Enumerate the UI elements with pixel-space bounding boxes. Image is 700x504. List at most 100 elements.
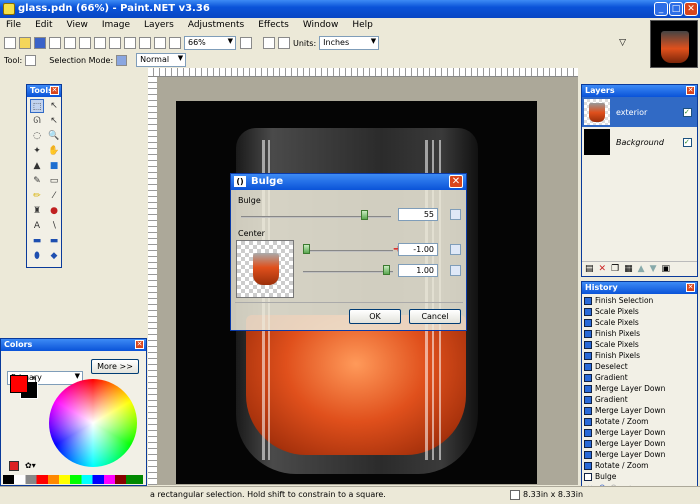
center-y-input[interactable]: 1.00 (398, 264, 438, 277)
center-x-slider-handle[interactable] (303, 244, 310, 254)
print-icon[interactable] (49, 37, 61, 49)
cancel-button[interactable]: Cancel (409, 309, 461, 324)
eraser-icon[interactable]: ▭ (47, 174, 61, 188)
history-item[interactable]: Rotate / Zoom (584, 416, 695, 427)
bulge-reset-button[interactable] (450, 209, 461, 220)
ok-button[interactable]: OK (349, 309, 401, 324)
color-picker-icon[interactable]: ⁄ (47, 189, 61, 203)
dialog-close-button[interactable]: ✕ (449, 175, 463, 188)
zoom-icon[interactable]: 🔍 (47, 129, 61, 143)
magic-wand-icon[interactable]: ✦ (30, 144, 44, 158)
menu-effects[interactable]: Effects (258, 20, 289, 34)
recolor-icon[interactable]: ● (47, 204, 61, 218)
rectangle-select-icon[interactable]: ⬚ (30, 99, 44, 113)
freeform-shape-icon[interactable]: ◆ (47, 249, 61, 263)
move-selected-icon[interactable]: ↖ (47, 99, 61, 113)
ruler-icon[interactable] (278, 37, 290, 49)
center-y-slider-track[interactable] (303, 271, 393, 273)
history-item[interactable]: Merge Layer Down (584, 427, 695, 438)
units-combo[interactable]: Inches ▼ (319, 36, 380, 50)
more-colors-button[interactable]: More >> (91, 359, 139, 374)
menu-view[interactable]: View (67, 20, 88, 34)
gradient-icon[interactable]: ■ (47, 159, 61, 173)
bulge-slider-track[interactable] (241, 216, 391, 218)
swap-colors-icon[interactable]: ↰ (31, 375, 38, 384)
blend-mode-combo[interactable]: Normal ▼ (136, 53, 187, 67)
paintbrush-icon[interactable]: ✎ (30, 174, 44, 188)
add-layer-icon[interactable]: ▤ (585, 264, 594, 274)
lasso-select-icon[interactable]: ᘏ (30, 114, 44, 128)
palette-menu-icon[interactable]: ✿▾ (25, 461, 36, 470)
menu-window[interactable]: Window (303, 20, 339, 34)
bulge-slider-handle[interactable] (361, 210, 368, 220)
layers-close-icon[interactable]: ✕ (686, 86, 695, 95)
delete-layer-icon[interactable]: ✕ (599, 264, 607, 274)
grid-icon[interactable] (263, 37, 275, 49)
current-tool-icon[interactable] (25, 54, 37, 66)
bulge-value-input[interactable]: 55 (398, 208, 438, 221)
undo-icon[interactable] (139, 37, 151, 49)
menu-layers[interactable]: Layers (144, 20, 174, 34)
ellipse-select-icon[interactable]: ◌ (30, 129, 44, 143)
zoom-out-icon[interactable] (169, 37, 181, 49)
text-icon[interactable]: A (30, 219, 44, 233)
open-icon[interactable] (19, 37, 31, 49)
selection-mode-icon[interactable] (116, 54, 128, 66)
history-item[interactable]: Merge Layer Down (584, 449, 695, 460)
history-item[interactable]: Merge Layer Down (584, 405, 695, 416)
move-layer-up-icon[interactable]: ▲ (638, 264, 645, 274)
copy-icon[interactable] (79, 37, 91, 49)
menu-help[interactable]: Help (352, 20, 373, 34)
color-wheel[interactable] (49, 379, 137, 467)
zoom-in-icon[interactable] (240, 37, 252, 49)
toolbar-overflow-icon[interactable]: ▽ (619, 38, 626, 48)
layer-visibility-checkbox[interactable]: ✓ (683, 107, 692, 117)
history-item[interactable]: Gradient (584, 394, 695, 405)
history-close-icon[interactable]: ✕ (686, 283, 695, 292)
rectangle-icon[interactable]: ▬ (30, 234, 44, 248)
center-x-input[interactable]: -1.00 (398, 243, 438, 256)
layer-visibility-checkbox[interactable]: ✓ (683, 137, 692, 147)
ellipse-icon[interactable]: ⬮ (30, 249, 44, 263)
history-item[interactable]: Scale Pixels (584, 306, 695, 317)
layer-properties-icon[interactable]: ▣ (662, 264, 671, 274)
move-selection-icon[interactable]: ↖ (47, 114, 61, 128)
layer-row-exterior[interactable]: exterior ✓ (582, 97, 697, 127)
clone-stamp-icon[interactable]: ♜ (30, 204, 44, 218)
new-icon[interactable] (4, 37, 16, 49)
paste-icon[interactable] (94, 37, 106, 49)
center-x-slider-track[interactable] (303, 250, 393, 252)
history-item[interactable]: Finish Pixels (584, 350, 695, 361)
history-item[interactable]: Finish Pixels (584, 328, 695, 339)
duplicate-layer-icon[interactable]: ❐ (611, 264, 619, 274)
history-item[interactable]: Merge Layer Down (584, 383, 695, 394)
pan-icon[interactable]: ✋ (47, 144, 61, 158)
zoom-combo[interactable]: 66% ▼ (184, 36, 236, 50)
merge-layer-icon[interactable]: ▦ (624, 264, 633, 274)
menu-edit[interactable]: Edit (35, 20, 52, 34)
history-item[interactable]: Finish Selection (584, 295, 695, 306)
menu-file[interactable]: File (6, 20, 21, 34)
center-preview[interactable] (236, 240, 294, 298)
colors-close-icon[interactable]: ✕ (135, 340, 144, 349)
history-item[interactable]: Deselect (584, 361, 695, 372)
history-item[interactable]: Scale Pixels (584, 317, 695, 328)
reset-colors-icon[interactable] (9, 461, 19, 471)
history-item[interactable]: Gradient (584, 372, 695, 383)
history-item[interactable]: Merge Layer Down (584, 438, 695, 449)
center-y-reset-button[interactable] (450, 265, 461, 276)
history-item[interactable]: Bulge (584, 471, 695, 482)
minimize-button[interactable]: _ (654, 2, 668, 16)
paint-bucket-icon[interactable]: ▲ (30, 159, 44, 173)
layer-row-background[interactable]: Background ✓ (582, 127, 697, 157)
color-palette[interactable] (3, 475, 143, 484)
move-layer-down-icon[interactable]: ▼ (650, 264, 657, 274)
line-curve-icon[interactable]: ∖ (47, 219, 61, 233)
redo-icon[interactable] (154, 37, 166, 49)
save-icon[interactable] (34, 37, 46, 49)
maximize-button[interactable]: □ (669, 2, 683, 16)
history-item[interactable]: Rotate / Zoom (584, 460, 695, 471)
rounded-rectangle-icon[interactable]: ▬ (47, 234, 61, 248)
primary-color-swatch[interactable] (10, 375, 28, 393)
deselect-icon[interactable] (124, 37, 136, 49)
